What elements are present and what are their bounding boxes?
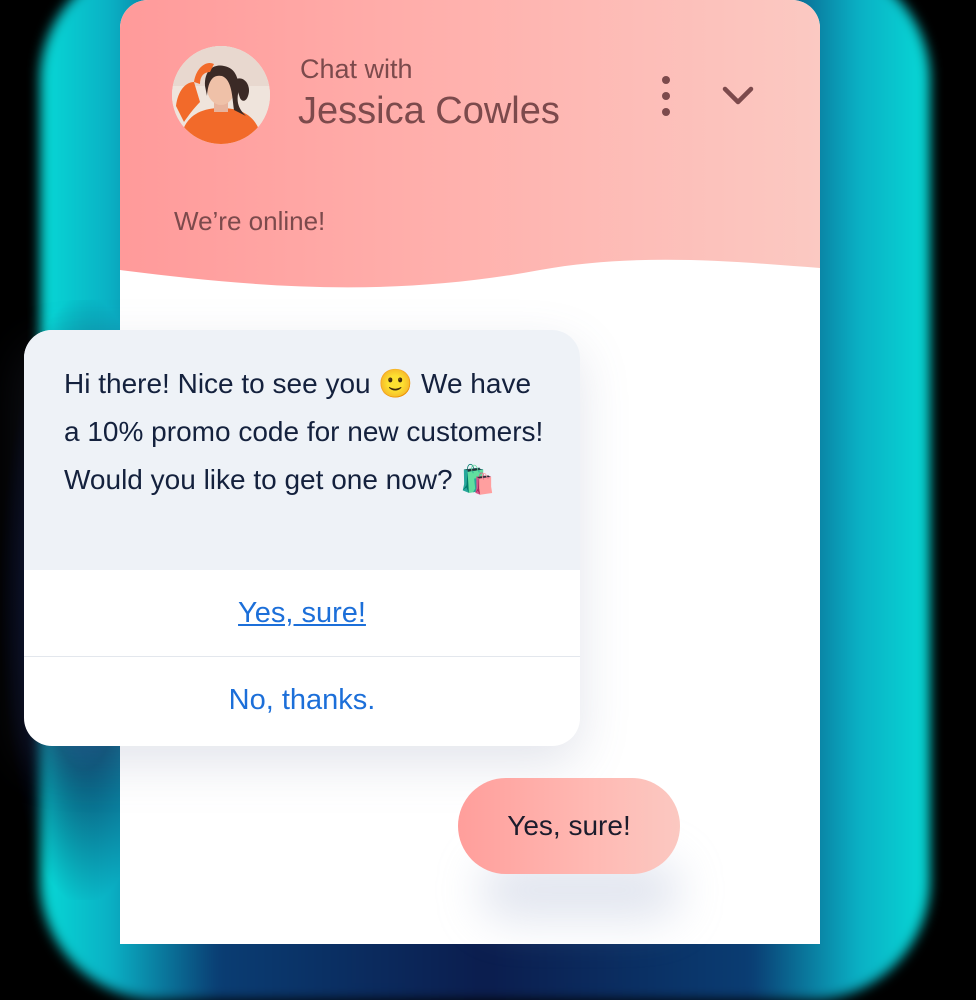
message-text: Hi there! Nice to see you 🙂 We have a 10… — [64, 360, 554, 504]
user-reply-bubble: Yes, sure! — [458, 778, 680, 874]
chat-with-caption: Chat with — [300, 54, 413, 84]
message-bubble: Hi there! Nice to see you 🙂 We have a 10… — [24, 330, 580, 570]
option-yes-button[interactable]: Yes, sure! — [24, 570, 580, 656]
menu-dot — [662, 108, 670, 116]
online-status: We’re online! — [174, 206, 326, 236]
smile-emoji-icon: 🙂 — [378, 367, 414, 400]
message-text-part: Hi there! Nice to see you — [64, 368, 371, 399]
menu-dot — [662, 92, 670, 100]
shopping-bag-emoji-icon: 🛍️ — [460, 463, 496, 496]
chevron-down-icon[interactable] — [720, 82, 756, 108]
header-wave — [120, 259, 820, 310]
greeting-message-card: Hi there! Nice to see you 🙂 We have a 10… — [24, 330, 580, 746]
agent-avatar — [172, 46, 270, 144]
chat-header: Chat with Jessica Cowles We’re online! — [120, 0, 820, 310]
option-no-button[interactable]: No, thanks. — [24, 657, 580, 743]
more-vertical-icon[interactable] — [650, 76, 682, 116]
menu-dot — [662, 76, 670, 84]
agent-name: Jessica Cowles — [298, 90, 560, 132]
